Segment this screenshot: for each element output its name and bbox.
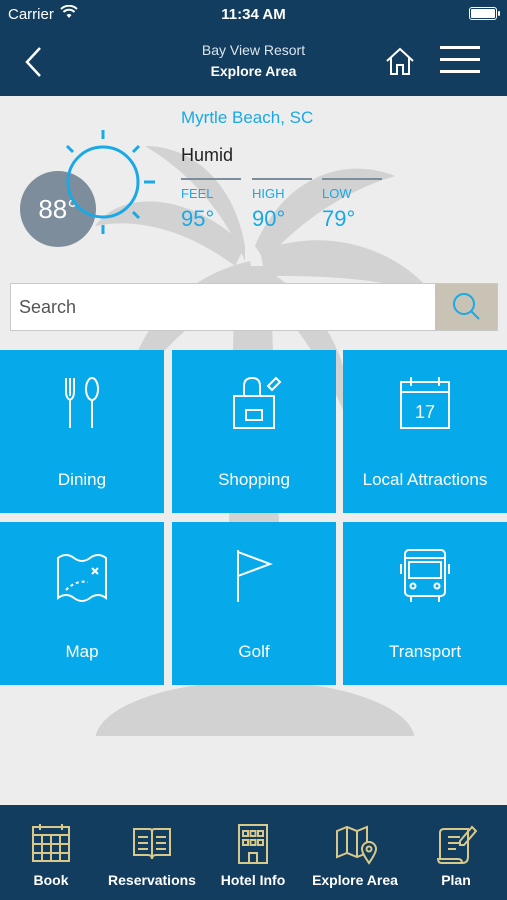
tab-label: Plan [441, 872, 471, 888]
tile-label: Golf [238, 642, 270, 661]
book-icon [133, 828, 171, 860]
battery-icon [469, 7, 500, 20]
low-value: 79° [322, 206, 356, 231]
tab-plan[interactable]: Plan [406, 805, 506, 900]
high-label: HIGH [252, 186, 285, 201]
weather-condition: Humid [181, 145, 234, 165]
tab-book[interactable]: Book [1, 805, 101, 900]
clock: 11:34 AM [221, 6, 286, 23]
calendar-grid-icon [32, 824, 70, 862]
golf-flag-icon [237, 550, 273, 602]
tile-golf[interactable]: Golf [172, 522, 336, 685]
tile-dining[interactable]: Dining [0, 350, 164, 513]
page-title: Explore Area [210, 63, 297, 79]
app-header: Carrier 11:34 AM Bay View Resort Explore… [0, 0, 507, 96]
tile-label: Map [65, 642, 99, 661]
bus-icon [400, 549, 450, 602]
feel-value: 95° [181, 206, 215, 231]
tab-label: Book [33, 872, 69, 888]
search-icon [453, 293, 480, 320]
search-button[interactable] [435, 284, 497, 330]
tab-hotel-info[interactable]: Hotel Info [203, 805, 303, 900]
tab-explore-area[interactable]: Explore Area [305, 805, 405, 900]
low-stat: LOW 79° [322, 178, 382, 232]
dining-icon [65, 377, 99, 428]
feel-stat: FEEL 95° [181, 178, 241, 232]
search-input[interactable] [11, 284, 435, 330]
weather-location: Myrtle Beach, SC [181, 108, 314, 127]
calendar-icon: 17 [400, 377, 450, 429]
tab-label: Hotel Info [220, 872, 286, 888]
tile-label: Shopping [218, 470, 290, 489]
scroll-pen-icon [436, 825, 478, 864]
low-label: LOW [322, 186, 352, 201]
resort-name: Bay View Resort [201, 42, 306, 58]
map-icon [57, 554, 107, 602]
menu-button[interactable] [440, 46, 480, 76]
bottom-tab-bar: Book Reservations Hotel Info Explore Are… [0, 805, 507, 900]
home-button[interactable] [383, 44, 417, 78]
tile-local-attractions[interactable]: 17 Local Attractions [343, 350, 507, 513]
hamburger-icon [440, 46, 480, 49]
search-bar [10, 283, 498, 331]
calendar-day: 17 [415, 402, 435, 422]
tile-label: Transport [388, 642, 462, 661]
home-icon [386, 47, 414, 75]
high-value: 90° [252, 206, 286, 231]
tile-label: Dining [57, 470, 107, 489]
map-pin-icon [336, 825, 378, 865]
tile-shopping[interactable]: Shopping [172, 350, 336, 513]
hotel-icon [238, 824, 268, 864]
tile-label: Local Attractions [362, 470, 488, 489]
status-bar: Carrier 11:34 AM [0, 0, 507, 28]
high-stat: HIGH 90° [252, 178, 312, 232]
main-content: 88° Myrtle Beach, SC Humid FEEL 95° HIGH… [0, 96, 507, 805]
tab-label: Reservations [108, 872, 196, 888]
shopping-icon [233, 376, 282, 429]
feel-label: FEEL [181, 186, 214, 201]
tab-label: Explore Area [312, 872, 398, 888]
tile-transport[interactable]: Transport [343, 522, 507, 685]
tab-reservations[interactable]: Reservations [102, 805, 202, 900]
sun-icon [65, 130, 155, 234]
tile-map[interactable]: Map [0, 522, 164, 685]
